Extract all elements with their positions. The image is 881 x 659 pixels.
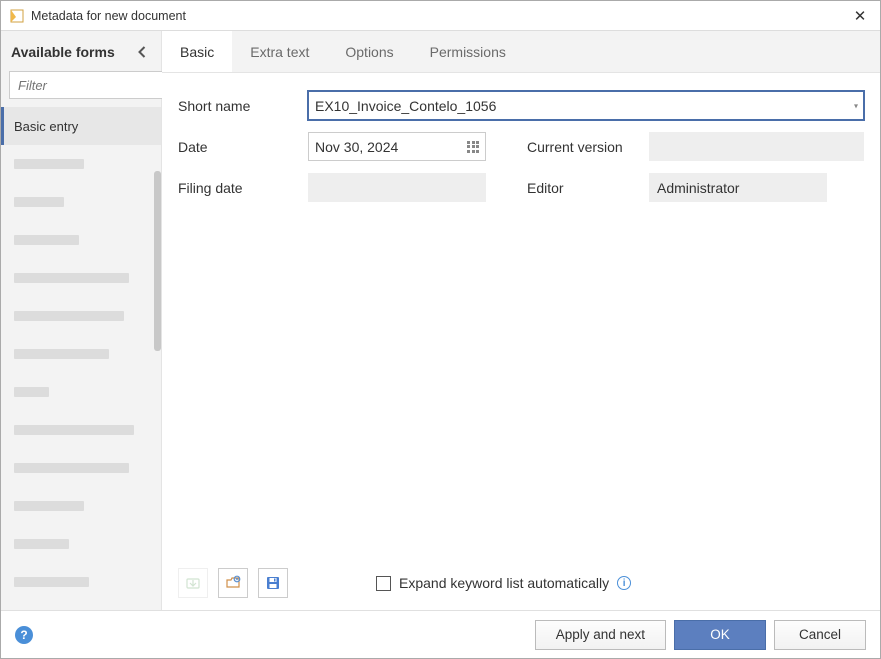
filing-date-value [308, 173, 486, 202]
save-button[interactable] [258, 568, 288, 598]
date-label: Date [178, 139, 296, 155]
list-item[interactable] [1, 335, 161, 373]
editor-value: Administrator [649, 173, 827, 202]
bottom-toolbar: Expand keyword list automatically i [162, 560, 880, 610]
filing-date-label: Filing date [178, 180, 296, 196]
help-icon[interactable]: ? [15, 626, 33, 644]
ok-button[interactable]: OK [674, 620, 766, 650]
checkbox-icon [376, 576, 391, 591]
tab-basic[interactable]: Basic [162, 31, 232, 72]
list-item[interactable] [1, 145, 161, 183]
list-item[interactable] [1, 221, 161, 259]
expand-keywords-checkbox[interactable]: Expand keyword list automatically i [376, 575, 631, 591]
window-title: Metadata for new document [31, 9, 848, 23]
load-form-button [178, 568, 208, 598]
close-icon[interactable]: ✕ [848, 4, 872, 28]
info-icon[interactable]: i [617, 576, 631, 590]
tab-options[interactable]: Options [327, 31, 411, 72]
list-item[interactable] [1, 259, 161, 297]
current-version-value [649, 132, 864, 161]
tab-extra-text[interactable]: Extra text [232, 31, 327, 72]
current-version-label: Current version [527, 139, 637, 155]
sidebar-item-label: Basic entry [14, 119, 78, 134]
date-picker-icon[interactable] [467, 141, 479, 153]
list-item[interactable] [1, 449, 161, 487]
date-input[interactable]: Nov 30, 2024 [308, 132, 486, 161]
list-item[interactable] [1, 525, 161, 563]
tabs: Basic Extra text Options Permissions [162, 31, 880, 73]
open-folder-button[interactable] [218, 568, 248, 598]
titlebar: Metadata for new document ✕ [1, 1, 880, 31]
tab-permissions[interactable]: Permissions [412, 31, 524, 72]
editor-label: Editor [527, 180, 637, 196]
sidebar-title: Available forms [11, 44, 127, 60]
apply-next-button[interactable]: Apply and next [535, 620, 666, 650]
scrollbar[interactable] [154, 171, 161, 361]
footer: ? Apply and next OK Cancel [1, 610, 880, 658]
sidebar-item-basic-entry[interactable]: Basic entry [1, 107, 161, 145]
short-name-label: Short name [178, 98, 296, 114]
list-item[interactable] [1, 373, 161, 411]
cancel-button[interactable]: Cancel [774, 620, 866, 650]
document-icon [9, 8, 25, 24]
collapse-sidebar-icon[interactable] [133, 43, 151, 61]
form-list: Basic entry [1, 107, 161, 610]
list-item[interactable] [1, 411, 161, 449]
content-area: Basic Extra text Options Permissions Sho… [162, 31, 880, 610]
list-item[interactable] [1, 563, 161, 601]
short-name-input[interactable] [308, 91, 864, 120]
sidebar: Available forms Basic entry [1, 31, 162, 610]
list-item[interactable] [1, 183, 161, 221]
list-item[interactable] [1, 297, 161, 335]
list-item[interactable] [1, 487, 161, 525]
